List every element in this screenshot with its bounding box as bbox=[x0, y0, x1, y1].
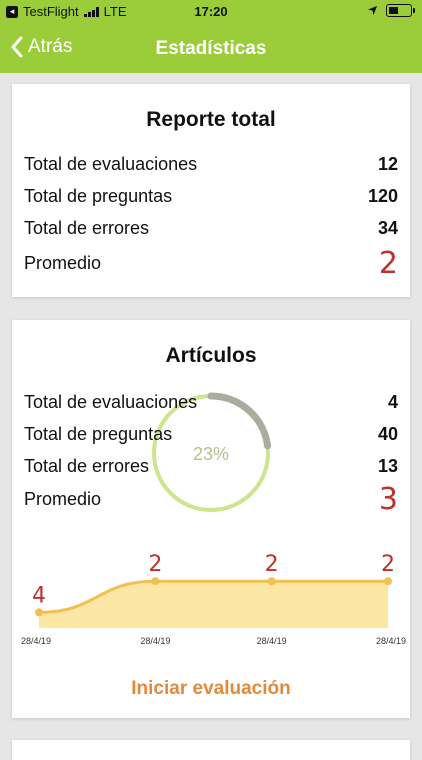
report-row: Total de errores 34 bbox=[24, 218, 398, 239]
articulos-row: Total de evaluaciones 4 bbox=[24, 392, 398, 413]
articulos-card: Artículos 23% Total de evaluaciones 4 To… bbox=[12, 320, 410, 718]
articulos-title: Artículos bbox=[165, 344, 257, 367]
chart-data-label: 4 bbox=[32, 583, 46, 608]
row-value: 13 bbox=[377, 456, 398, 476]
clock: 17:20 bbox=[194, 4, 228, 19]
row-label: Total de preguntas bbox=[24, 424, 173, 444]
chart-data-label: 2 bbox=[148, 552, 162, 577]
articulos-row: Total de preguntas 40 bbox=[24, 424, 398, 445]
row-value: 12 bbox=[377, 154, 398, 174]
chart-data-label: 2 bbox=[265, 552, 279, 577]
battery-icon bbox=[386, 4, 415, 17]
report-row: Total de evaluaciones 12 bbox=[24, 154, 398, 175]
report-total-card: Reporte total Total de evaluaciones 12 T… bbox=[12, 84, 410, 297]
row-label: Total de preguntas bbox=[24, 186, 173, 206]
page-title: Estadísticas bbox=[155, 38, 267, 59]
row-label: Total de errores bbox=[24, 218, 150, 238]
chart-x-tick: 28/4/19 bbox=[140, 636, 170, 646]
row-label: Total de evaluaciones bbox=[24, 154, 198, 174]
average-score: 3 bbox=[378, 482, 398, 517]
average-score: 2 bbox=[378, 246, 398, 281]
row-value: 34 bbox=[377, 218, 398, 238]
navigation-bar: Atrás Estadísticas bbox=[0, 28, 422, 68]
report-total-title: Reporte total bbox=[146, 108, 276, 131]
chart-point bbox=[35, 608, 43, 617]
row-value: 40 bbox=[377, 424, 398, 444]
row-value: 4 bbox=[387, 392, 398, 412]
articulos-row: Total de errores 13 bbox=[24, 456, 398, 477]
start-evaluation-button[interactable]: Iniciar evaluación bbox=[12, 678, 410, 700]
row-label: Total de errores bbox=[24, 456, 150, 476]
chart-point bbox=[151, 577, 160, 586]
articulos-row: Promedio 3 bbox=[24, 482, 398, 517]
status-bar: ◂ TestFlight LTE 17:20 bbox=[0, 0, 422, 24]
chart-data-label: 2 bbox=[381, 552, 395, 577]
app-header: ◂ TestFlight LTE 17:20 Atrás Estadística… bbox=[0, 0, 422, 73]
chart-x-tick: 28/4/19 bbox=[376, 636, 406, 646]
row-label: Total de evaluaciones bbox=[24, 392, 198, 412]
row-value: 120 bbox=[367, 186, 398, 206]
report-row: Total de preguntas 120 bbox=[24, 186, 398, 207]
chart-point bbox=[267, 577, 276, 586]
row-label: Promedio bbox=[24, 253, 102, 273]
location-icon bbox=[367, 5, 378, 16]
evaluations-chart: 4 28/4/19 2 28/4/19 2 28/4/19 2 28/4/19 bbox=[21, 552, 406, 646]
row-label: Promedio bbox=[24, 489, 102, 509]
chart-area bbox=[39, 581, 388, 628]
chart-x-tick: 28/4/19 bbox=[257, 636, 287, 646]
next-card bbox=[12, 740, 410, 760]
report-row: Promedio 2 bbox=[24, 246, 398, 281]
chart-x-tick: 28/4/19 bbox=[21, 636, 51, 646]
chart-point bbox=[384, 577, 392, 586]
